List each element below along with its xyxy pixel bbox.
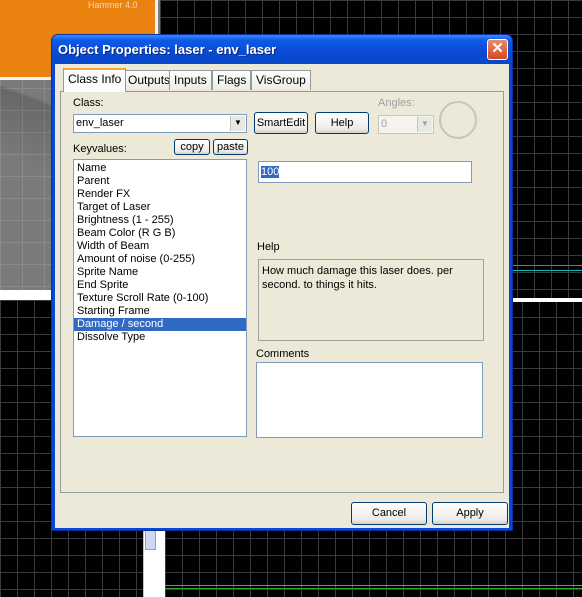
class-label: Class:: [73, 97, 104, 109]
tab-flags[interactable]: Flags: [212, 70, 252, 90]
angle-dial-icon[interactable]: [439, 101, 477, 139]
apply-button[interactable]: Apply: [432, 502, 508, 525]
viewport-divider: [510, 298, 582, 302]
brand-watermark: Hammer 4.0: [88, 0, 138, 10]
keyvalue-item[interactable]: Amount of noise (0-255): [74, 253, 246, 266]
keyvalue-item[interactable]: Width of Beam: [74, 240, 246, 253]
class-value: env_laser: [76, 117, 124, 129]
comments-textarea[interactable]: [256, 362, 483, 438]
keyvalue-item[interactable]: Damage / second: [74, 318, 246, 331]
tab-inputs[interactable]: Inputs: [169, 70, 212, 90]
angles-label: Angles:: [378, 97, 415, 109]
tab-outputs[interactable]: Outputs: [123, 70, 176, 90]
angles-combobox[interactable]: 0 ▼: [378, 115, 434, 134]
class-combobox[interactable]: env_laser ▼: [73, 114, 247, 133]
value-input[interactable]: 100: [258, 161, 472, 183]
smartedit-button[interactable]: SmartEdit: [254, 112, 308, 134]
keyvalue-item[interactable]: Render FX: [74, 188, 246, 201]
chevron-down-icon[interactable]: ▼: [230, 116, 245, 131]
keyvalue-item[interactable]: Starting Frame: [74, 305, 246, 318]
keyvalue-item[interactable]: Sprite Name: [74, 266, 246, 279]
keyvalue-item[interactable]: Texture Scroll Rate (0-100): [74, 292, 246, 305]
paste-button[interactable]: paste: [213, 139, 248, 155]
cancel-button[interactable]: Cancel: [351, 502, 427, 525]
keyvalue-item[interactable]: Brightness (1 - 255): [74, 214, 246, 227]
keyvalue-item[interactable]: Name: [74, 162, 246, 175]
close-icon[interactable]: ✕: [487, 39, 508, 60]
help-button[interactable]: Help: [315, 112, 369, 134]
keyvalues-label: Keyvalues:: [73, 143, 127, 155]
title-bar[interactable]: Object Properties: laser - env_laser ✕: [52, 35, 512, 64]
help-text: How much damage this laser does. per sec…: [262, 265, 453, 291]
guide-line: [165, 588, 582, 589]
comments-label: Comments: [256, 348, 310, 360]
tab-visgroup[interactable]: VisGroup: [251, 70, 311, 90]
dialog-title: Object Properties: laser - env_laser: [58, 42, 277, 57]
keyvalues-list[interactable]: Name Parent Render FX Target of Laser Bright…: [73, 159, 247, 437]
keyvalue-item[interactable]: Parent: [74, 175, 246, 188]
scrollbar-thumb[interactable]: [145, 528, 156, 550]
help-text-box: How much damage this laser does. per sec…: [258, 259, 484, 341]
tab-class-info[interactable]: Class Info: [63, 68, 127, 92]
keyvalue-item[interactable]: Target of Laser: [74, 201, 246, 214]
copy-button[interactable]: copy: [174, 139, 210, 155]
object-properties-dialog: Object Properties: laser - env_laser ✕ C…: [51, 34, 513, 531]
keyvalue-item[interactable]: Dissolve Type: [74, 331, 246, 344]
angles-value: 0: [381, 118, 388, 130]
keyvalue-item[interactable]: End Sprite: [74, 279, 246, 292]
help-section-label: Help: [257, 241, 280, 253]
value-text: 100: [261, 166, 280, 178]
chevron-down-icon[interactable]: ▼: [417, 117, 432, 132]
guide-line: [165, 585, 582, 586]
keyvalue-item[interactable]: Beam Color (R G B): [74, 227, 246, 240]
